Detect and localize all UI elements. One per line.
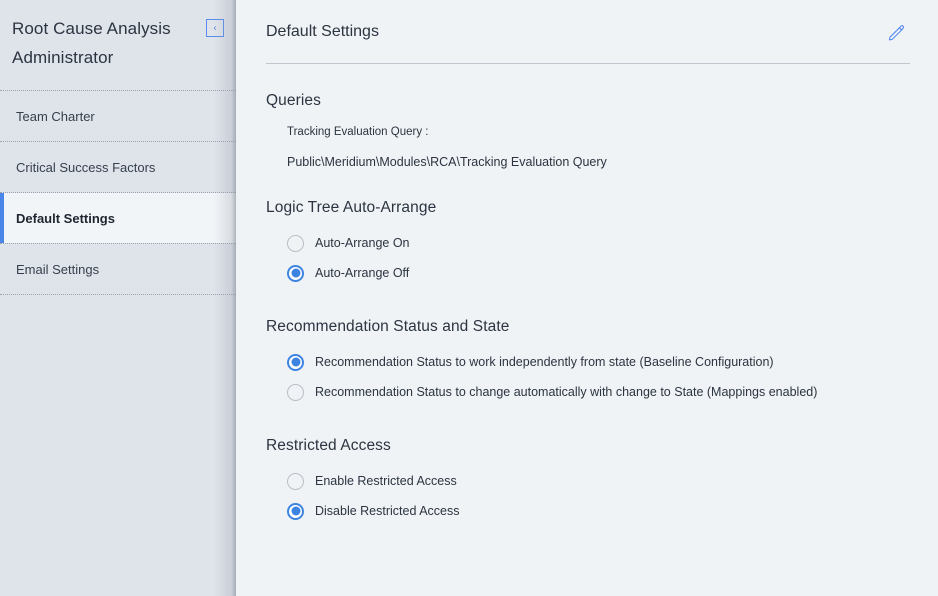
- sidebar-collapse-button[interactable]: ‹: [206, 19, 224, 37]
- radio-group-auto-arrange: Auto-Arrange On Auto-Arrange Off: [287, 228, 910, 288]
- tracking-evaluation-query-label: Tracking Evaluation Query :: [287, 126, 429, 138]
- section-recommendation-status-and-state: Recommendation Status and State Recommen…: [266, 318, 910, 407]
- sidebar-item-label: Team Charter: [16, 108, 95, 124]
- radio-option-label: Recommendation Status to change automati…: [315, 385, 818, 399]
- edit-settings-button[interactable]: [882, 18, 910, 46]
- section-heading: Restricted Access: [266, 437, 391, 454]
- radio-group-recommendation-status: Recommendation Status to work independen…: [287, 347, 910, 407]
- radio-option-label: Enable Restricted Access: [315, 474, 457, 488]
- sidebar-title: Root Cause Analysis Administrator: [12, 19, 171, 67]
- sidebar-item-label: Critical Success Factors: [16, 159, 156, 175]
- header-divider: [266, 63, 910, 64]
- chevron-left-icon: ‹: [213, 22, 217, 32]
- sidebar-item-default-settings[interactable]: Default Settings: [0, 193, 236, 243]
- sidebar-item-label: Email Settings: [16, 261, 100, 277]
- section-logic-tree-auto-arrange: Logic Tree Auto-Arrange Auto-Arrange On …: [266, 199, 910, 288]
- radio-option-auto-arrange-off[interactable]: Auto-Arrange Off: [287, 258, 910, 288]
- radio-group-restricted-access: Enable Restricted Access Disable Restric…: [287, 466, 910, 526]
- section-heading: Queries: [266, 92, 321, 109]
- settings-content: Queries Tracking Evaluation Query : Publ…: [257, 92, 918, 526]
- radio-option-label: Disable Restricted Access: [315, 504, 460, 518]
- radio-button-icon[interactable]: [287, 353, 304, 371]
- nav-divider: [0, 294, 236, 295]
- radio-option-disable-restricted-access[interactable]: Disable Restricted Access: [287, 496, 910, 526]
- sidebar-item-label: Default Settings: [16, 210, 115, 226]
- section-heading: Recommendation Status and State: [266, 318, 510, 335]
- section-queries: Queries Tracking Evaluation Query : Publ…: [266, 92, 910, 169]
- radio-button-icon[interactable]: [287, 264, 304, 282]
- radio-option-label: Recommendation Status to work independen…: [315, 355, 774, 369]
- sidebar-item-team-charter[interactable]: Team Charter: [0, 91, 236, 141]
- page-header: Default Settings: [257, 0, 918, 63]
- radio-option-label: Auto-Arrange On: [315, 236, 410, 250]
- app-root: Root Cause Analysis Administrator ‹ Team…: [0, 0, 938, 596]
- section-heading: Logic Tree Auto-Arrange: [266, 199, 437, 216]
- sidebar-item-email-settings[interactable]: Email Settings: [0, 244, 236, 294]
- sidebar: Root Cause Analysis Administrator ‹ Team…: [0, 0, 236, 596]
- radio-option-label: Auto-Arrange Off: [315, 266, 410, 280]
- sidebar-item-critical-success-factors[interactable]: Critical Success Factors: [0, 142, 236, 192]
- page-title: Default Settings: [266, 22, 379, 40]
- radio-option-enable-restricted-access[interactable]: Enable Restricted Access: [287, 466, 910, 496]
- pencil-edit-icon: [888, 24, 905, 40]
- radio-option-status-auto-change[interactable]: Recommendation Status to change automati…: [287, 377, 910, 407]
- sidebar-header: Root Cause Analysis Administrator ‹: [0, 0, 236, 90]
- radio-option-auto-arrange-on[interactable]: Auto-Arrange On: [287, 228, 910, 258]
- radio-button-icon[interactable]: [287, 383, 304, 401]
- main-content: Default Settings Queries Tracking Evalua…: [236, 0, 938, 596]
- section-restricted-access: Restricted Access Enable Restricted Acce…: [266, 437, 910, 526]
- tracking-evaluation-query-value: Public\Meridium\Modules\RCA\Tracking Eva…: [287, 155, 607, 169]
- radio-option-status-independent[interactable]: Recommendation Status to work independen…: [287, 347, 910, 377]
- radio-button-icon[interactable]: [287, 472, 304, 490]
- radio-button-icon[interactable]: [287, 502, 304, 520]
- radio-button-icon[interactable]: [287, 234, 304, 252]
